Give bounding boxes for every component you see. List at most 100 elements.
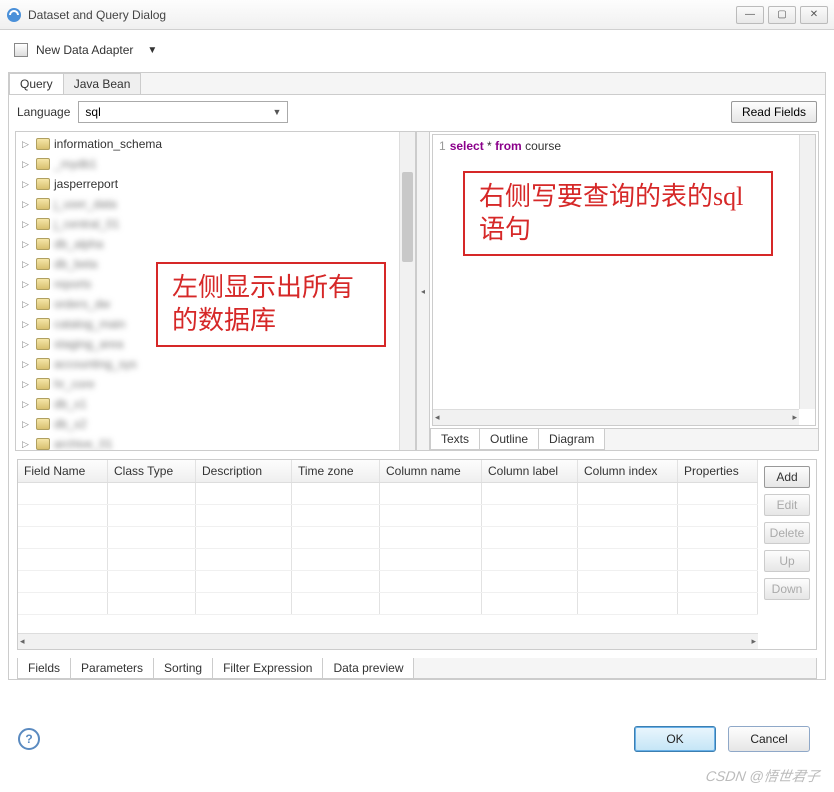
expand-icon[interactable]: ▷ <box>22 219 32 230</box>
col-column-index[interactable]: Column index <box>578 460 678 482</box>
add-button[interactable]: Add <box>764 466 810 488</box>
database-icon <box>36 238 50 250</box>
cancel-button[interactable]: Cancel <box>728 726 810 752</box>
top-tabs: Query Java Bean <box>9 73 825 95</box>
table-row[interactable] <box>18 571 758 593</box>
col-class-type[interactable]: Class Type <box>108 460 196 482</box>
expand-icon[interactable]: ▷ <box>22 319 32 330</box>
database-icon <box>36 298 50 310</box>
database-icon <box>36 418 50 430</box>
fields-hscroll[interactable] <box>18 633 758 649</box>
database-icon <box>36 198 50 210</box>
tree-item[interactable]: ▷information_schema <box>16 134 415 154</box>
expand-icon[interactable]: ▷ <box>22 299 32 310</box>
table-row[interactable] <box>18 593 758 615</box>
chevron-down-icon: ▼ <box>272 107 281 117</box>
database-icon <box>36 178 50 190</box>
expand-icon[interactable]: ▷ <box>22 399 32 410</box>
fields-table[interactable]: Field Name Class Type Description Time z… <box>18 460 758 649</box>
fields-body[interactable] <box>18 483 758 633</box>
col-column-name[interactable]: Column name <box>380 460 482 482</box>
editor-tabs: Texts Outline Diagram <box>430 428 818 450</box>
tree-item[interactable]: ▷db_x1 <box>16 394 415 414</box>
tree-item[interactable]: ▷j_user_data <box>16 194 415 214</box>
adapter-label[interactable]: New Data Adapter <box>36 43 133 57</box>
tab-fields[interactable]: Fields <box>18 658 71 678</box>
table-row[interactable] <box>18 505 758 527</box>
maximize-button[interactable]: ▢ <box>768 6 796 24</box>
tree-item[interactable]: ▷orders_dw <box>16 294 415 314</box>
tree-item[interactable]: ▷ accounting_sys <box>16 354 415 374</box>
delete-button[interactable]: Delete <box>764 522 810 544</box>
adapter-toolbar: New Data Adapter ▼ <box>0 30 834 70</box>
table-row[interactable] <box>18 483 758 505</box>
tree-item[interactable]: ▷ j_central_01 <box>16 214 415 234</box>
tab-java-bean[interactable]: Java Bean <box>63 73 142 94</box>
minimize-button[interactable]: — <box>736 6 764 24</box>
ok-button[interactable]: OK <box>634 726 716 752</box>
tree-item[interactable]: ▷jasperreport <box>16 174 415 194</box>
tree-item[interactable]: ▷hr_core <box>16 374 415 394</box>
line-number: 1 <box>439 139 446 153</box>
tree-item[interactable]: ▷_mydb1 <box>16 154 415 174</box>
fields-area: Field Name Class Type Description Time z… <box>17 459 817 650</box>
title-bar: Dataset and Query Dialog — ▢ ✕ <box>0 0 834 30</box>
database-icon <box>36 438 50 450</box>
col-properties[interactable]: Properties <box>678 460 758 482</box>
tree-item[interactable]: ▷staging_area <box>16 334 415 354</box>
col-time-zone[interactable]: Time zone <box>292 460 380 482</box>
tree-label: archive_01 <box>54 437 113 450</box>
tree-scrollbar[interactable] <box>399 132 415 450</box>
tab-query[interactable]: Query <box>9 73 64 94</box>
database-icon <box>36 218 50 230</box>
tab-data-preview[interactable]: Data preview <box>323 658 414 678</box>
up-button[interactable]: Up <box>764 550 810 572</box>
help-icon[interactable]: ? <box>18 728 40 750</box>
sql-editor[interactable]: 1 select * from course 右侧写要查询的表的sql语句 <box>432 134 816 426</box>
editor-hscroll[interactable] <box>433 409 799 425</box>
database-icon <box>36 278 50 290</box>
sql-keyword: from <box>495 139 522 153</box>
tab-outline[interactable]: Outline <box>479 429 539 450</box>
expand-icon[interactable]: ▷ <box>22 419 32 430</box>
expand-icon[interactable]: ▷ <box>22 199 32 210</box>
edit-button[interactable]: Edit <box>764 494 810 516</box>
col-column-label[interactable]: Column label <box>482 460 578 482</box>
tab-diagram[interactable]: Diagram <box>538 429 605 450</box>
expand-icon[interactable]: ▷ <box>22 139 32 150</box>
expand-icon[interactable]: ▷ <box>22 279 32 290</box>
read-fields-button[interactable]: Read Fields <box>731 101 817 123</box>
expand-icon[interactable]: ▷ <box>22 259 32 270</box>
tree-item[interactable]: ▷db_x2 <box>16 414 415 434</box>
tab-filter-expression[interactable]: Filter Expression <box>213 658 323 678</box>
close-button[interactable]: ✕ <box>800 6 828 24</box>
table-row[interactable] <box>18 549 758 571</box>
expand-icon[interactable]: ▷ <box>22 379 32 390</box>
splitter-handle[interactable] <box>416 132 430 450</box>
tree-label: j_central_01 <box>54 217 119 231</box>
expand-icon[interactable]: ▷ <box>22 159 32 170</box>
tree-item[interactable]: ▷ archive_01 <box>16 434 415 450</box>
table-row[interactable] <box>18 527 758 549</box>
editor-vscroll[interactable] <box>799 135 815 409</box>
tree-item[interactable]: ▷catalog_main <box>16 314 415 334</box>
fields-side-buttons: Add Edit Delete Up Down <box>758 460 816 649</box>
tab-sorting[interactable]: Sorting <box>154 658 213 678</box>
tree-item[interactable]: ▷reports <box>16 274 415 294</box>
expand-icon[interactable]: ▷ <box>22 439 32 450</box>
language-select[interactable]: sql ▼ <box>78 101 288 123</box>
adapter-dropdown-icon[interactable]: ▼ <box>147 45 157 56</box>
tab-parameters[interactable]: Parameters <box>71 658 154 678</box>
expand-icon[interactable]: ▷ <box>22 359 32 370</box>
expand-icon[interactable]: ▷ <box>22 339 32 350</box>
expand-icon[interactable]: ▷ <box>22 239 32 250</box>
col-description[interactable]: Description <box>196 460 292 482</box>
tree-item[interactable]: ▷db_beta <box>16 254 415 274</box>
tab-texts[interactable]: Texts <box>430 429 480 450</box>
down-button[interactable]: Down <box>764 578 810 600</box>
schema-tree[interactable]: ▷information_schema▷_mydb1▷jasperreport▷… <box>16 132 415 450</box>
expand-icon[interactable]: ▷ <box>22 179 32 190</box>
col-field-name[interactable]: Field Name <box>18 460 108 482</box>
tree-item[interactable]: ▷db_alpha <box>16 234 415 254</box>
tree-label: accounting_sys <box>54 357 137 371</box>
